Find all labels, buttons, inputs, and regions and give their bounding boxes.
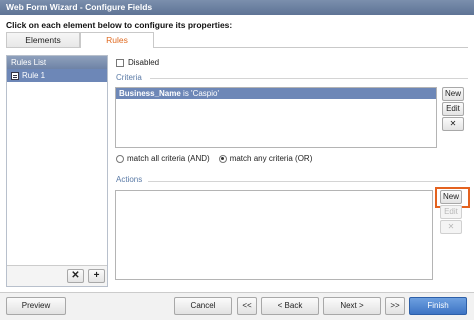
rules-list-panel: Rules List Rule 1 ✕ + (6, 55, 108, 287)
criteria-divider (150, 78, 468, 79)
actions-divider (148, 181, 466, 182)
actions-section-label: Actions (116, 175, 143, 184)
actions-list (115, 190, 433, 280)
actions-new-button[interactable]: New (440, 190, 462, 204)
disabled-label: Disabled (128, 58, 160, 67)
match-all-radio[interactable] (116, 154, 124, 163)
criteria-section-label: Criteria (116, 73, 142, 82)
tab-elements[interactable]: Elements (6, 32, 80, 48)
criteria-row[interactable]: Business_Name is 'Caspio' (116, 88, 436, 99)
add-rule-button[interactable]: + (88, 269, 105, 283)
next-button[interactable]: Next > (323, 297, 381, 315)
criteria-edit-button[interactable]: Edit (442, 102, 464, 116)
rule-list-item[interactable]: Rule 1 (7, 69, 107, 82)
cancel-button[interactable]: Cancel (174, 297, 232, 315)
criteria-field: Business_Name (119, 89, 181, 98)
match-all-label: match all criteria (AND) (127, 154, 210, 163)
tab-divider (6, 47, 468, 48)
preview-button[interactable]: Preview (6, 297, 66, 315)
instruction-text: Click on each element below to configure… (6, 20, 233, 30)
finish-button[interactable]: Finish (409, 297, 467, 315)
rule-icon (11, 71, 19, 80)
disabled-checkbox[interactable] (116, 58, 124, 67)
close-icon: ✕ (449, 119, 457, 128)
close-icon: ✕ (71, 270, 80, 281)
criteria-delete-button[interactable]: ✕ (442, 117, 464, 131)
tab-rules[interactable]: Rules (80, 32, 154, 48)
actions-delete-button[interactable]: ✕ (440, 220, 462, 234)
window-title: Web Form Wizard - Configure Fields (0, 0, 474, 15)
first-page-button[interactable]: << (237, 297, 257, 315)
match-all-option[interactable]: match all criteria (AND) match any crite… (116, 154, 312, 163)
match-any-label: match any criteria (OR) (229, 154, 313, 163)
plus-icon: + (93, 270, 100, 281)
rules-list-footer: ✕ + (7, 265, 107, 286)
disabled-toggle[interactable]: Disabled (116, 58, 159, 67)
actions-edit-button[interactable]: Edit (440, 205, 462, 219)
back-button[interactable]: < Back (261, 297, 319, 315)
close-icon: ✕ (447, 222, 455, 231)
criteria-list: Business_Name is 'Caspio' (115, 87, 437, 148)
rule-label: Rule 1 (22, 71, 46, 80)
match-any-radio[interactable] (218, 154, 227, 163)
delete-rule-button[interactable]: ✕ (67, 269, 84, 283)
last-page-button[interactable]: >> (385, 297, 405, 315)
criteria-new-button[interactable]: New (442, 87, 464, 101)
criteria-condition: is 'Caspio' (180, 89, 219, 98)
rules-list-header: Rules List (7, 56, 107, 69)
